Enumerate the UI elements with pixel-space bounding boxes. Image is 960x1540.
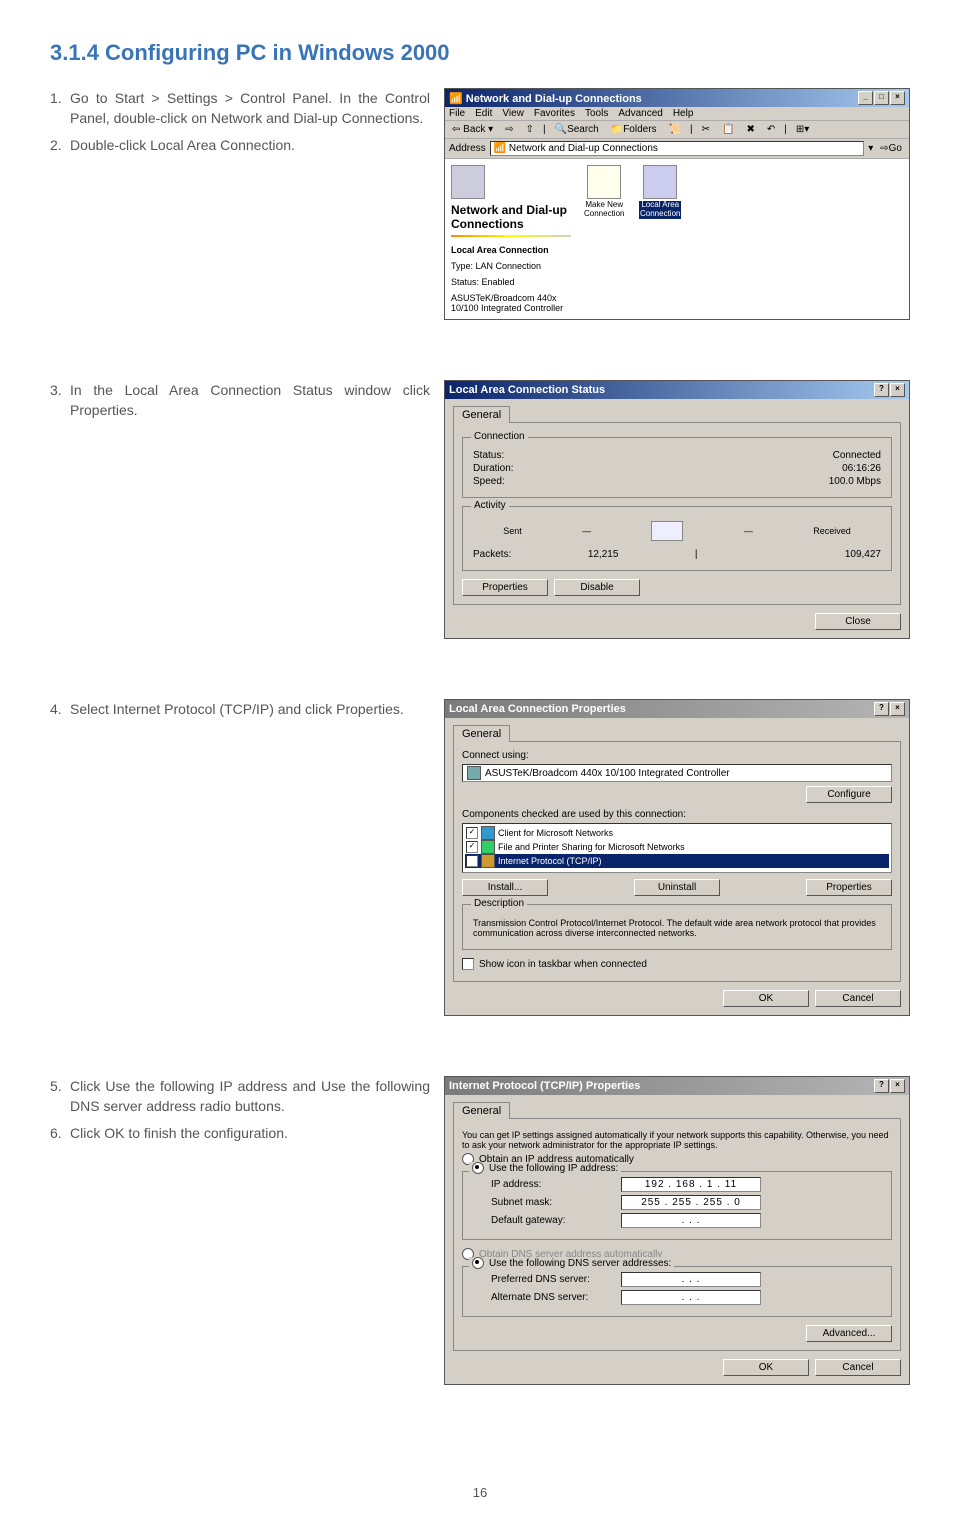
help-icon[interactable]: ? [874, 383, 889, 397]
minimize-icon[interactable]: _ [858, 91, 873, 105]
step-text: Click Use the following IP address and U… [70, 1076, 430, 1117]
tcpip-dialog: Internet Protocol (TCP/IP) Properties ? … [444, 1076, 910, 1385]
step-num: 2. [50, 135, 70, 155]
info-status: Status: Enabled [451, 277, 571, 287]
step-text: Double-click Local Area Connection. [70, 135, 430, 155]
step-text: Select Internet Protocol (TCP/IP) and cl… [70, 699, 430, 719]
gateway-input[interactable]: . . . [621, 1213, 761, 1228]
step-text: Go to Start > Settings > Control Panel. … [70, 88, 430, 129]
tab-general[interactable]: General [453, 725, 510, 742]
uninstall-button[interactable]: Uninstall [634, 879, 720, 896]
address-label: Address [449, 143, 486, 154]
local-area-connection-icon[interactable]: Local Area Connection [639, 165, 681, 313]
intro-text: You can get IP settings assigned automat… [462, 1130, 892, 1150]
preferred-dns-input[interactable]: . . . [621, 1272, 761, 1287]
cancel-button[interactable]: Cancel [815, 1359, 901, 1376]
panel-title: Network and Dial-up Connections [451, 203, 571, 231]
maximize-icon[interactable]: □ [874, 91, 889, 105]
ip-address-input[interactable]: 192 . 168 . 1 . 11 [621, 1177, 761, 1192]
tab-general[interactable]: General [453, 406, 510, 423]
address-input[interactable]: 📶 Network and Dial-up Connections [490, 141, 865, 156]
close-icon[interactable]: × [890, 91, 905, 105]
step-text: Click OK to finish the configuration. [70, 1123, 430, 1143]
dialog-title: Local Area Connection Status [449, 384, 605, 396]
step-num: 6. [50, 1123, 70, 1143]
help-icon[interactable]: ? [874, 1079, 889, 1093]
radio-use-ip[interactable]: Use the following IP address: [469, 1162, 621, 1174]
radio-use-dns[interactable]: Use the following DNS server addresses: [469, 1257, 674, 1269]
dialog-title: Internet Protocol (TCP/IP) Properties [449, 1080, 640, 1092]
step-text: In the Local Area Connection Status wind… [70, 380, 430, 421]
step-num: 3. [50, 380, 70, 421]
make-new-connection-icon[interactable]: Make New Connection [583, 165, 625, 313]
close-icon[interactable]: × [890, 702, 905, 716]
properties-button[interactable]: Properties [806, 879, 892, 896]
info-type: Type: LAN Connection [451, 261, 571, 271]
explorer-window: 📶 Network and Dial-up Connections _ □ × … [444, 88, 910, 320]
dialog-title: Local Area Connection Properties [449, 703, 626, 715]
info-name: Local Area Connection [451, 245, 571, 255]
close-icon[interactable]: × [890, 383, 905, 397]
disable-button[interactable]: Disable [554, 579, 640, 596]
description-label: Description [471, 898, 527, 909]
group-connection: Connection [471, 431, 528, 442]
ok-button[interactable]: OK [723, 1359, 809, 1376]
advanced-button[interactable]: Advanced... [806, 1325, 892, 1342]
ok-button[interactable]: OK [723, 990, 809, 1007]
step-num: 5. [50, 1076, 70, 1117]
folder-icon [451, 165, 485, 199]
components-label: Components checked are used by this conn… [462, 809, 892, 820]
group-activity: Activity [471, 500, 509, 511]
activity-icon [651, 521, 683, 541]
help-icon[interactable]: ? [874, 702, 889, 716]
status-dialog: Local Area Connection Status ? × General… [444, 380, 910, 639]
properties-button[interactable]: Properties [462, 579, 548, 596]
cancel-button[interactable]: Cancel [815, 990, 901, 1007]
menu-bar[interactable]: FileEditViewFavoritesToolsAdvancedHelp [445, 107, 909, 121]
configure-button[interactable]: Configure [806, 786, 892, 803]
toolbar[interactable]: ⇦ Back ▾ ⇨ ⇧ | 🔍Search 📁Folders 📜 | ✂📋✖↶… [445, 121, 909, 139]
page-number: 16 [50, 1485, 910, 1500]
info-adapter: ASUSTeK/Broadcom 440x 10/100 Integrated … [451, 293, 571, 313]
show-icon-checkbox[interactable]: Show icon in taskbar when connected [462, 958, 892, 970]
close-button[interactable]: Close [815, 613, 901, 630]
components-list[interactable]: ✓Client for Microsoft Networks ✓File and… [462, 823, 892, 873]
properties-dialog: Local Area Connection Properties ? × Gen… [444, 699, 910, 1016]
tab-general[interactable]: General [453, 1102, 510, 1119]
section-heading: 3.1.4 Configuring PC in Windows 2000 [50, 40, 910, 66]
window-title: 📶 Network and Dial-up Connections [449, 92, 642, 105]
adapter-field: ASUSTeK/Broadcom 440x 10/100 Integrated … [462, 764, 892, 782]
connect-using-label: Connect using: [462, 750, 892, 761]
subnet-mask-input[interactable]: 255 . 255 . 255 . 0 [621, 1195, 761, 1210]
step-num: 4. [50, 699, 70, 719]
install-button[interactable]: Install... [462, 879, 548, 896]
close-icon[interactable]: × [890, 1079, 905, 1093]
alternate-dns-input[interactable]: . . . [621, 1290, 761, 1305]
step-num: 1. [50, 88, 70, 129]
description-text: Transmission Control Protocol/Internet P… [473, 918, 881, 938]
go-button[interactable]: ⇨Go [877, 142, 905, 155]
